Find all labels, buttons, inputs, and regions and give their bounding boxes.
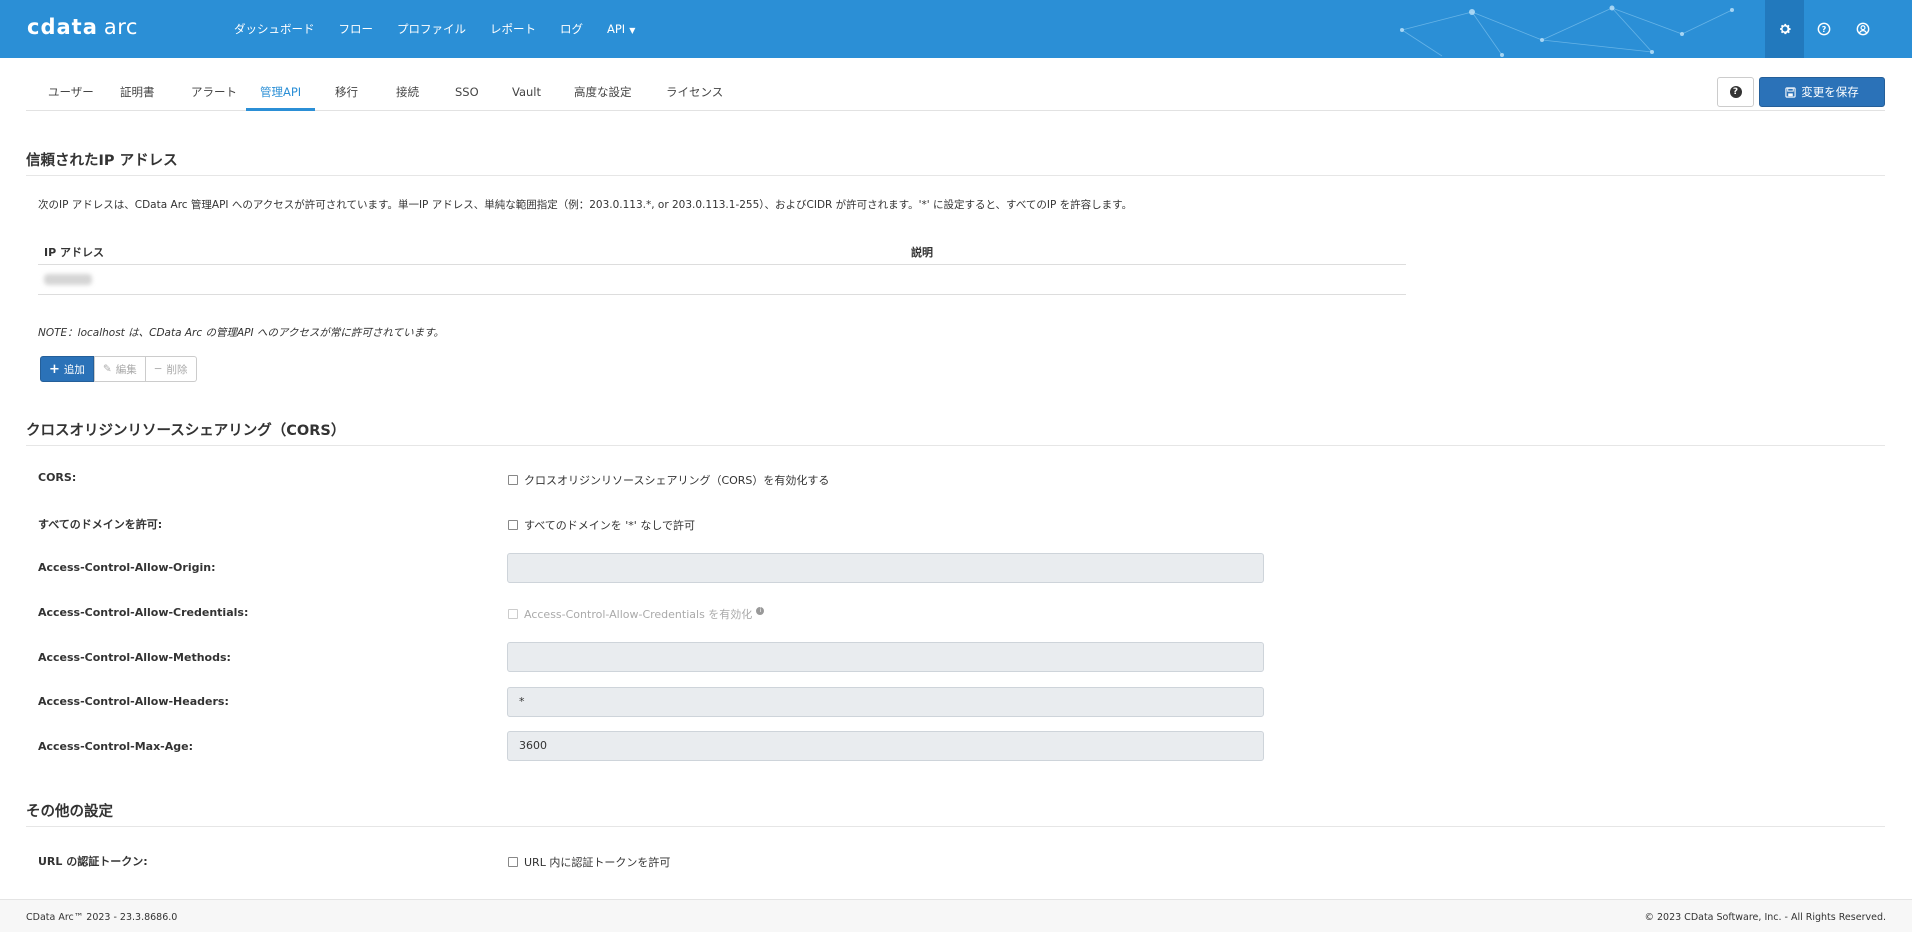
nav-api[interactable]: API ▼ xyxy=(595,22,647,36)
tab-admin-api[interactable]: 管理API xyxy=(246,78,316,111)
checkbox-box[interactable] xyxy=(508,857,518,867)
nav-flows[interactable]: フロー xyxy=(327,21,386,37)
user-circle-icon xyxy=(1856,22,1869,36)
gear-icon xyxy=(1779,23,1791,35)
allow-credentials-checkbox[interactable]: Access-Control-Allow-Credentials を有効化 i xyxy=(508,606,765,622)
logo-brand-main: cdata xyxy=(27,15,98,39)
table-header: IP アドレス 説明 xyxy=(38,237,1406,265)
cors-enable-checkbox[interactable]: クロスオリジンリソースシェアリング（CORS）を有効化する xyxy=(508,472,829,488)
section-divider xyxy=(26,826,1885,827)
all-domains-checkbox-label: すべてのドメインを '*' なしで許可 xyxy=(524,519,695,532)
settings-tabs: ユーザー 証明書 アラート 管理API 移行 接続 SSO Vault 高度な設… xyxy=(26,78,1885,111)
max-age-label: Access-Control-Max-Age: xyxy=(38,740,193,753)
edit-button[interactable]: ✎ 編集 xyxy=(93,356,146,382)
nav-logs[interactable]: ログ xyxy=(548,21,595,37)
localhost-note: NOTE：localhost は、CData Arc の管理API へのアクセス… xyxy=(38,327,445,339)
svg-text:?: ? xyxy=(1821,25,1826,34)
all-domains-checkbox[interactable]: すべてのドメインを '*' なしで許可 xyxy=(508,517,695,533)
delete-button-label: 削除 xyxy=(166,363,188,376)
main-nav: ダッシュボード フロー プロファイル レポート ログ API ▼ xyxy=(222,0,647,58)
save-icon xyxy=(1785,86,1796,98)
tab-advanced[interactable]: 高度な設定 xyxy=(574,78,632,111)
allow-methods-label: Access-Control-Allow-Methods: xyxy=(38,651,231,664)
logo-brand-sub: arc xyxy=(103,15,138,39)
url-token-checkbox-label: URL 内に認証トークンを許可 xyxy=(524,856,671,869)
help-menu-button[interactable]: ? xyxy=(1804,0,1843,58)
url-token-label: URL の認証トークン: xyxy=(38,855,148,868)
tab-vault[interactable]: Vault xyxy=(512,78,541,111)
section-divider xyxy=(26,175,1885,176)
nav-dashboard[interactable]: ダッシュボード xyxy=(222,21,327,37)
question-icon: ? xyxy=(1729,86,1742,98)
top-icons: ? xyxy=(1765,0,1882,58)
edit-icon: ✎ xyxy=(102,363,112,375)
delete-button[interactable]: − 削除 xyxy=(145,356,197,382)
save-button-label: 変更を保存 xyxy=(1801,85,1859,99)
checkbox-box[interactable] xyxy=(508,520,518,530)
max-age-input[interactable]: 3600 xyxy=(507,731,1264,761)
add-button[interactable]: + 追加 xyxy=(40,356,94,382)
tab-license[interactable]: ライセンス xyxy=(666,78,723,111)
network-decoration xyxy=(1400,5,1734,57)
checkbox-box[interactable] xyxy=(508,475,518,485)
cdata-arc-logo[interactable]: cdata arc xyxy=(27,15,138,39)
trusted-ip-description: 次のIP アドレスは、CData Arc 管理API へのアクセスが許可されてい… xyxy=(38,199,1133,211)
footer: CData Arc™ 2023 - 23.3.8686.0 © 2023 CDa… xyxy=(0,899,1912,932)
info-icon[interactable]: i xyxy=(756,607,765,615)
allow-origin-input[interactable] xyxy=(507,553,1264,583)
allow-origin-label: Access-Control-Allow-Origin: xyxy=(38,561,216,574)
top-navbar: cdata arc ダッシュボード フロー プロファイル レポート ログ API ▼… xyxy=(0,0,1912,58)
question-circle-icon: ? xyxy=(1817,22,1830,36)
allow-headers-input[interactable]: * xyxy=(507,687,1264,717)
section-divider xyxy=(26,445,1885,446)
nav-reports[interactable]: レポート xyxy=(478,21,548,37)
other-settings-title: その他の設定 xyxy=(26,804,113,820)
url-token-checkbox[interactable]: URL 内に認証トークンを許可 xyxy=(508,854,670,870)
edit-button-label: 編集 xyxy=(115,363,137,376)
tab-certificates[interactable]: 証明書 xyxy=(120,78,155,111)
tab-migration[interactable]: 移行 xyxy=(335,78,358,111)
tab-sso[interactable]: SSO xyxy=(455,78,479,111)
table-row[interactable] xyxy=(38,265,1406,295)
add-button-label: 追加 xyxy=(63,363,85,376)
page-help-button[interactable]: ? xyxy=(1717,77,1754,107)
cors-title: クロスオリジンリソースシェアリング（CORS） xyxy=(26,423,346,439)
footer-copyright: © 2023 CData Software, Inc. - All Rights… xyxy=(1644,912,1886,923)
trusted-ip-title: 信頼されたIP アドレス xyxy=(26,153,178,169)
blurred-ip-value xyxy=(44,274,92,285)
ip-action-buttons: + 追加 ✎ 編集 − 削除 xyxy=(40,356,197,382)
trusted-ip-table: IP アドレス 説明 xyxy=(38,237,1406,295)
column-description: 説明 xyxy=(911,246,933,259)
footer-version: CData Arc™ 2023 - 23.3.8686.0 xyxy=(26,912,178,923)
nav-profile[interactable]: プロファイル xyxy=(385,21,478,37)
minus-icon: − xyxy=(153,363,163,375)
checkbox-box[interactable] xyxy=(508,609,518,619)
allow-headers-label: Access-Control-Allow-Headers: xyxy=(38,695,229,708)
tab-users[interactable]: ユーザー xyxy=(48,78,94,111)
cors-label: CORS: xyxy=(38,471,77,484)
allow-credentials-label: Access-Control-Allow-Credentials: xyxy=(38,606,249,619)
all-domains-label: すべてのドメインを許可: xyxy=(38,518,163,531)
cors-enable-label: クロスオリジンリソースシェアリング（CORS）を有効化する xyxy=(524,474,830,487)
plus-icon: + xyxy=(49,361,60,377)
column-ip-address: IP アドレス xyxy=(44,246,104,259)
nav-api-label: API xyxy=(607,22,626,36)
user-menu-button[interactable] xyxy=(1843,0,1882,58)
save-changes-button[interactable]: 変更を保存 xyxy=(1759,77,1885,107)
tab-alerts[interactable]: アラート xyxy=(191,78,237,111)
allow-methods-input[interactable] xyxy=(507,642,1264,672)
chevron-down-icon: ▼ xyxy=(629,26,636,35)
settings-button[interactable] xyxy=(1765,0,1804,58)
allow-credentials-checkbox-label: Access-Control-Allow-Credentials を有効化 xyxy=(524,608,753,621)
tab-connections[interactable]: 接続 xyxy=(396,78,419,111)
